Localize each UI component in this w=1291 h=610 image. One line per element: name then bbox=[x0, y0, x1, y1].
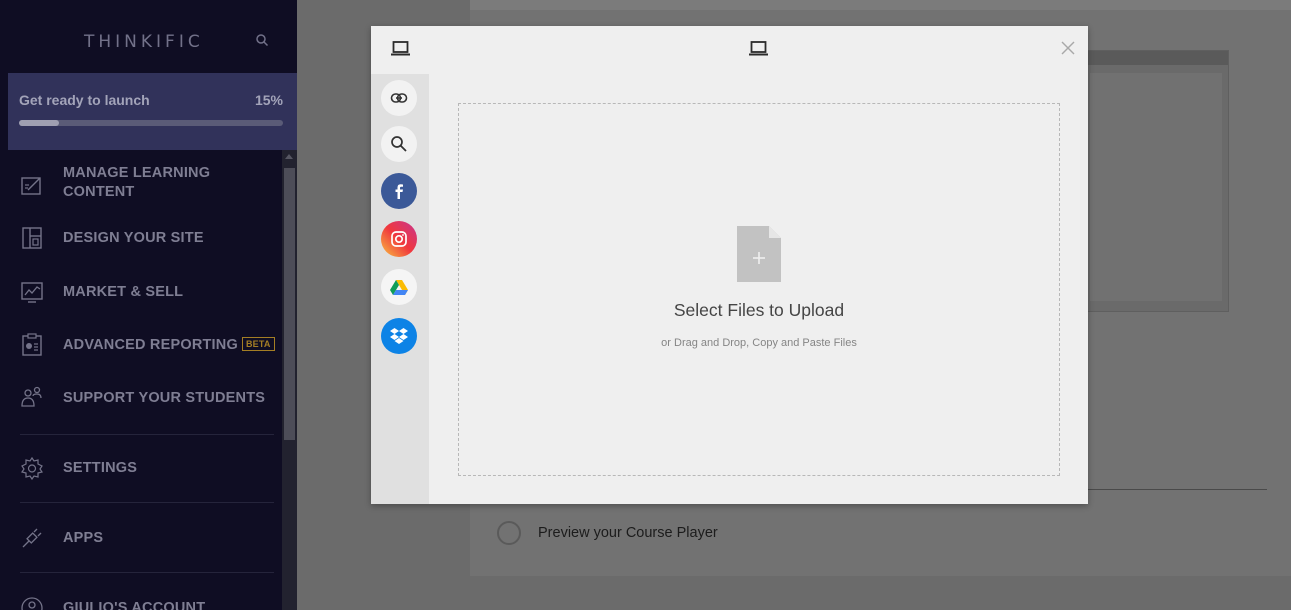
checklist-circle[interactable] bbox=[497, 521, 521, 545]
chart-icon bbox=[21, 282, 43, 303]
sidebar-item-label: DESIGN YOUR SITE bbox=[63, 230, 204, 246]
instagram-icon bbox=[391, 231, 407, 247]
background-header-strip bbox=[470, 0, 1291, 10]
search-icon bbox=[391, 136, 407, 152]
gear-icon bbox=[21, 456, 43, 480]
launch-progress-panel[interactable]: Get ready to launch 15% bbox=[8, 73, 297, 150]
source-link-button[interactable] bbox=[381, 80, 417, 116]
dropbox-icon bbox=[390, 328, 408, 344]
sidebar-item-label: SETTINGS bbox=[63, 460, 138, 476]
sidebar-item-label: MARKET & SELL bbox=[63, 284, 184, 300]
source-google-drive-button[interactable] bbox=[381, 269, 417, 305]
launch-label: Get ready to launch bbox=[19, 92, 150, 108]
laptop-icon bbox=[749, 41, 768, 56]
source-dropbox-button[interactable] bbox=[381, 318, 417, 354]
sidebar-item-design-your-site[interactable]: DESIGN YOUR SITE bbox=[8, 226, 282, 250]
source-instagram-button[interactable] bbox=[381, 221, 417, 257]
sidebar-item-label: SUPPORT YOUR STUDENTS bbox=[63, 390, 266, 406]
background-preview-panel bbox=[1083, 50, 1229, 312]
modal-header bbox=[371, 26, 1088, 74]
preview-course-player-label: Preview your Course Player bbox=[538, 525, 718, 541]
file-add-icon bbox=[737, 226, 781, 282]
plug-icon bbox=[22, 528, 42, 548]
sidebar-item-market-sell[interactable]: MARKET & SELL bbox=[8, 280, 282, 304]
background-divider bbox=[1087, 489, 1267, 490]
sidebar-item-account[interactable]: GIULIO'S ACCOUNT bbox=[8, 596, 282, 610]
dropzone-subtitle: or Drag and Drop, Copy and Paste Files bbox=[661, 337, 857, 349]
sidebar-header: THINKIFIC bbox=[0, 0, 297, 73]
link-icon bbox=[390, 93, 408, 103]
sidebar-item-label: APPS bbox=[63, 530, 104, 546]
sidebar-item-label-wrap: ADVANCED REPORTING BETA bbox=[63, 336, 275, 354]
sidebar-item-apps[interactable]: APPS bbox=[8, 526, 282, 550]
logo[interactable]: THINKIFIC bbox=[84, 32, 204, 52]
scrollbar-thumb[interactable] bbox=[284, 168, 295, 440]
students-icon bbox=[21, 386, 42, 407]
nav-divider bbox=[20, 502, 274, 503]
file-dropzone[interactable]: Select Files to Upload or Drag and Drop,… bbox=[458, 103, 1060, 476]
source-search-button[interactable] bbox=[381, 126, 417, 162]
dropzone-title: Select Files to Upload bbox=[673, 300, 845, 320]
google-drive-icon bbox=[390, 280, 408, 295]
sidebar-item-manage-learning-content[interactable]: MANAGE LEARNING CONTENT bbox=[8, 164, 282, 208]
layout-icon bbox=[22, 227, 42, 249]
sidebar-item-settings[interactable]: SETTINGS bbox=[8, 456, 282, 480]
sidebar-item-label: GIULIO'S ACCOUNT bbox=[63, 600, 206, 610]
scroll-up-arrow[interactable] bbox=[285, 154, 293, 159]
search-icon[interactable] bbox=[255, 33, 269, 47]
nav-divider bbox=[20, 572, 274, 573]
launch-progress-fill bbox=[19, 120, 59, 126]
laptop-icon[interactable] bbox=[391, 41, 410, 57]
sidebar-item-support-your-students[interactable]: SUPPORT YOUR STUDENTS bbox=[8, 386, 282, 410]
background-panel-content bbox=[1090, 73, 1222, 301]
background-panel-bar bbox=[1084, 51, 1228, 65]
sidebar-item-label: MANAGE LEARNING bbox=[63, 165, 211, 181]
sidebar-item-label: ADVANCED REPORTING bbox=[63, 337, 238, 353]
account-icon bbox=[21, 597, 43, 610]
sidebar: THINKIFIC Get ready to launch 15% MANAGE… bbox=[0, 0, 297, 610]
source-facebook-button[interactable] bbox=[381, 173, 417, 209]
sidebar-scrollbar[interactable] bbox=[282, 150, 297, 610]
edit-icon bbox=[21, 177, 41, 195]
facebook-icon bbox=[395, 184, 403, 199]
preview-course-player-item[interactable]: Preview your Course Player bbox=[497, 521, 718, 545]
nav-divider bbox=[20, 434, 274, 435]
sidebar-item-advanced-reporting[interactable]: ADVANCED REPORTING BETA bbox=[8, 333, 282, 357]
beta-badge: BETA bbox=[241, 337, 275, 351]
launch-percent: 15% bbox=[254, 92, 283, 108]
file-upload-modal: Select Files to Upload or Drag and Drop,… bbox=[371, 26, 1088, 504]
upload-source-sidebar bbox=[371, 74, 429, 504]
close-icon[interactable] bbox=[1060, 40, 1076, 56]
report-icon bbox=[22, 333, 42, 356]
launch-progress-bar bbox=[19, 120, 283, 126]
sidebar-item-label: CONTENT bbox=[63, 184, 135, 200]
